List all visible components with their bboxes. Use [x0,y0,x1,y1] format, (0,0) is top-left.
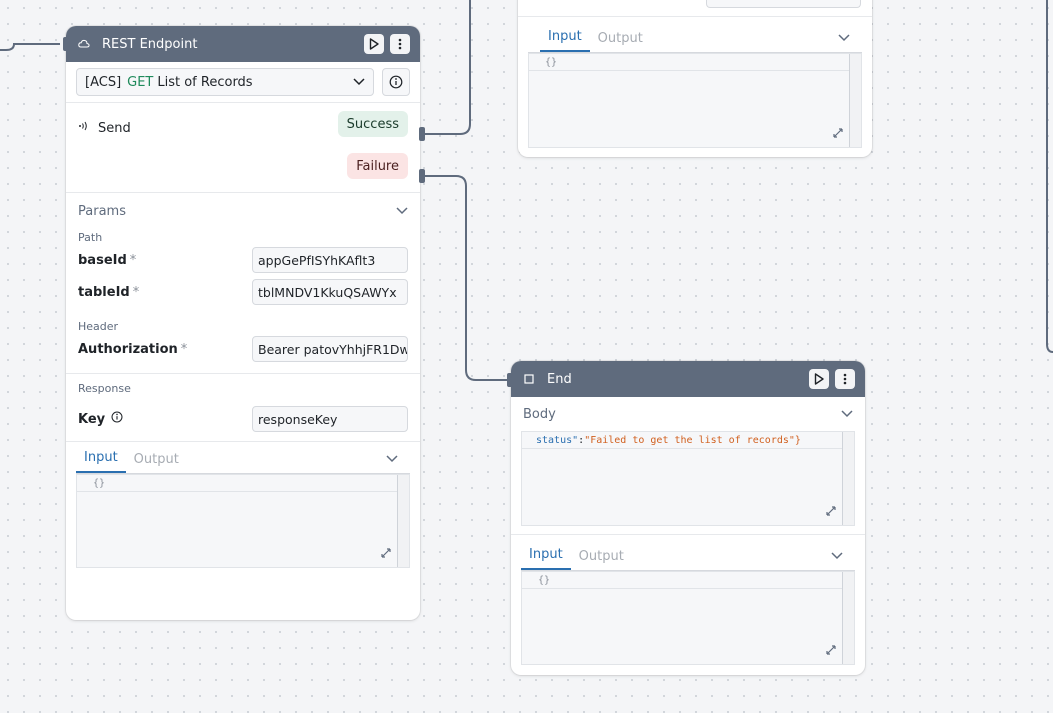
scrollbar[interactable] [397,475,409,567]
chevron-down-icon[interactable] [831,549,843,570]
rest-input-port[interactable] [63,37,69,51]
end-node: End Body status": "Failed to get the lis… [511,361,865,675]
right-wire [1046,0,1053,353]
chevron-down-icon[interactable] [838,31,850,52]
node-header[interactable]: REST Endpoint [66,26,420,62]
tab-output[interactable]: Output [590,31,651,52]
param-name: baseId * [78,252,137,268]
node-header[interactable]: End [511,361,865,397]
node-title: End [547,371,572,387]
param-row-authorization: Authorization * Bearer patovYhhjFR1Dw [66,333,420,365]
expand-icon[interactable] [833,128,843,141]
param-row-baseid: baseId * appGePfISYhKAflt3 [66,244,420,276]
endpoint-select[interactable]: [ACS] GET List of Records [76,68,374,96]
params-section: Params Path baseId * appGePfISYhKAflt3 ta… [66,192,420,373]
param-name: Authorization * [78,341,188,357]
tableid-input[interactable]: tblMNDV1KkuQSAWYx [252,279,408,305]
scrollbar[interactable] [842,432,854,525]
endpoint-row: [ACS] GET List of Records [66,62,420,102]
expand-icon[interactable] [826,506,836,519]
success-wire [424,0,471,135]
authorization-input[interactable]: Bearer patovYhhjFR1Dw [252,336,408,362]
response-section: Response Key responseKey [66,373,420,441]
tab-output[interactable]: Output [126,452,187,473]
chevron-down-icon [841,407,853,422]
param-name: tableId * [78,284,140,300]
send-section: Send Success Failure [66,102,420,192]
incoming-wire [0,43,60,51]
response-title: Response [78,382,131,395]
send-trigger[interactable]: Send [78,120,131,136]
code-line: {} [529,54,861,71]
endpoint-method: GET [127,74,154,90]
top-node-key-input[interactable] [706,0,861,8]
body-section: Body status": "Failed to get the list of… [511,397,865,534]
io-tabs: Input Output [76,442,410,474]
send-label: Send [98,120,131,136]
scrollbar[interactable] [849,54,861,147]
info-icon[interactable] [111,411,123,427]
chevron-down-icon [396,204,408,219]
expand-icon[interactable] [381,548,391,561]
body-header[interactable]: Body [511,397,865,431]
params-title: Params [78,203,126,219]
expand-icon[interactable] [826,645,836,658]
send-icon [78,120,90,136]
node-title: REST Endpoint [102,36,198,52]
chevron-down-icon[interactable] [386,452,398,473]
tab-input[interactable]: Input [76,450,126,473]
top-node-io-tabs: Input Output [528,21,862,53]
body-title: Body [523,406,556,422]
io-code-editor[interactable]: {} [76,474,410,568]
top-node: Input Output {} [518,0,872,157]
tab-input[interactable]: Input [540,29,590,52]
end-io-section: Input Output {} [511,534,865,665]
response-key-input[interactable]: responseKey [252,406,408,432]
json-key: status" [536,434,579,446]
run-button[interactable] [364,34,384,54]
success-output[interactable]: Success [337,111,408,137]
json-value: "Failed to get the list of records"} [584,434,801,446]
cloud-icon [78,38,90,50]
baseid-input[interactable]: appGePfISYhKAflt3 [252,247,408,273]
top-node-key-row [518,0,872,17]
io-tabs: Input Output [521,535,855,571]
run-button[interactable] [809,369,829,389]
endpoint-name: List of Records [157,74,253,90]
rest-endpoint-node: REST Endpoint [ACS] GET List of Records … [66,26,420,620]
top-node-code-editor[interactable]: {} [528,53,862,148]
body-code-editor[interactable]: status": "Failed to get the list of reco… [521,431,855,526]
end-input-port[interactable] [507,373,513,387]
code-line: {} [522,572,854,589]
params-header[interactable]: Params [66,193,420,229]
io-section: Input Output {} [66,441,420,568]
param-name: Key [78,411,252,427]
param-row-key: Key responseKey [66,403,420,435]
more-options-button[interactable] [835,369,855,389]
scrollbar[interactable] [842,572,854,664]
success-port[interactable] [419,127,425,141]
code-line: status": "Failed to get the list of reco… [522,432,854,449]
square-icon [523,373,535,385]
tab-output[interactable]: Output [571,549,632,570]
chevron-down-icon [353,75,365,90]
end-io-code-editor[interactable]: {} [521,571,855,665]
code-line: {} [77,475,409,492]
more-options-button[interactable] [390,34,410,54]
path-group-label: Path [78,231,103,244]
header-group-label: Header [78,320,119,333]
endpoint-prefix: [ACS] [85,74,122,90]
failure-port[interactable] [419,169,425,183]
param-row-tableid: tableId * tblMNDV1KkuQSAWYx [66,276,420,308]
failure-wire [424,175,508,381]
failure-output[interactable]: Failure [347,153,408,179]
endpoint-info-button[interactable] [382,68,410,96]
tab-input[interactable]: Input [521,547,571,570]
